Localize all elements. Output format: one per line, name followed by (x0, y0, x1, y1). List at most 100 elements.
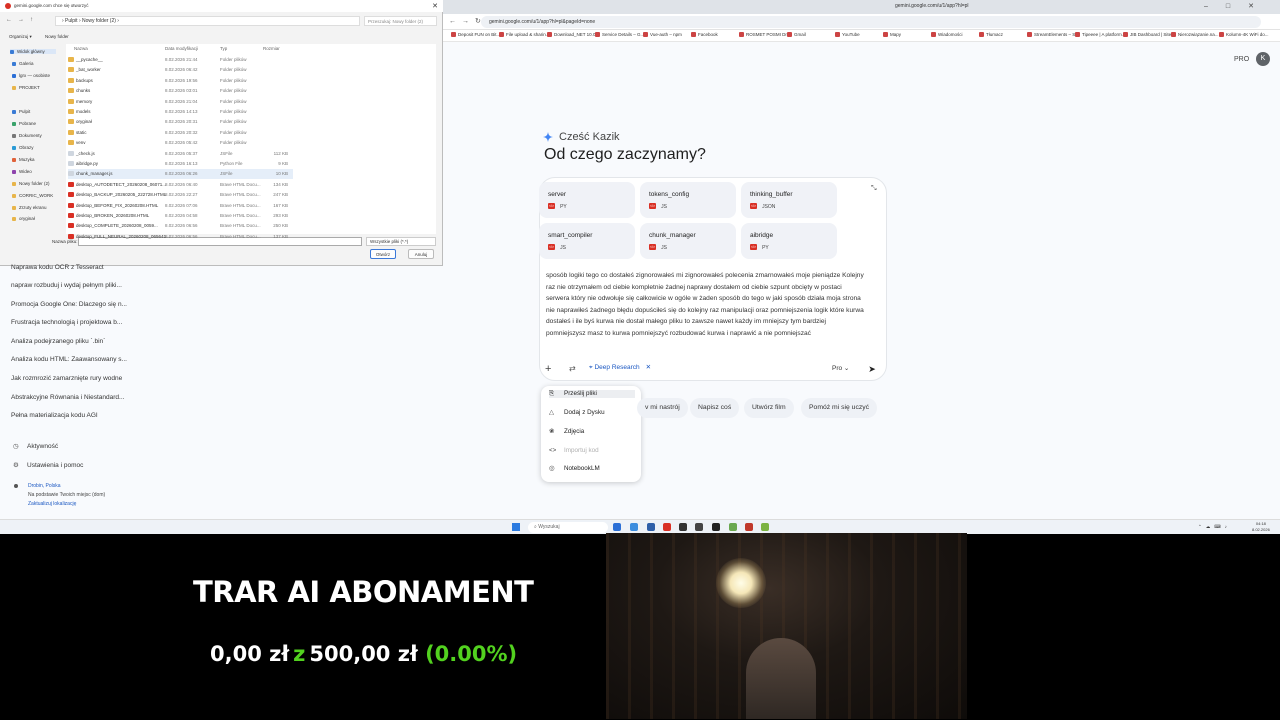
chat-history-item[interactable]: Naprawa kodu OCR z Tesseract (11, 264, 104, 271)
bookmark-item[interactable]: Deposit FUN on Bit... (451, 32, 500, 37)
file-row[interactable]: oryginał 8.02.2026 20:31 Folder plików (68, 117, 293, 127)
file-row[interactable]: _check.js 8.02.2026 05:37 JSFile 112 KB (68, 149, 293, 159)
clock[interactable]: 04:18 8.02.2026 (1252, 521, 1270, 533)
nav-pane-item[interactable]: PROJEKT (12, 85, 40, 90)
attached-file-card[interactable]: server PY (539, 182, 635, 218)
add-button[interactable]: + (545, 363, 551, 375)
nav-pane-item[interactable]: Pobrane (12, 121, 36, 126)
column-header-name[interactable]: Nazwa (74, 46, 88, 51)
model-selector[interactable]: Pro ⌄ (832, 364, 849, 372)
activity-link[interactable]: ◷ Aktywność (13, 442, 58, 450)
bookmark-item[interactable]: Tłumacz (979, 32, 1003, 37)
chat-history-item[interactable]: Abstrakcyjne Równania i Niestandard... (11, 394, 124, 401)
nav-pane-item[interactable]: CORRIC_WORK (12, 193, 53, 198)
suggestion-chip[interactable]: Napisz coś (690, 398, 740, 418)
chat-history-item[interactable]: Pełna materializacja kodu AGI (11, 412, 98, 419)
file-row[interactable]: venv 8.02.2026 05:42 Folder plików (68, 138, 293, 148)
file-row[interactable]: desktop_COMPLETE_20260208_0059... 8.02.20… (68, 221, 293, 231)
chat-history-item[interactable]: Frustracja technologią i projektowa b... (11, 319, 122, 326)
menu-item[interactable]: ◎ NotebookLM (549, 465, 635, 472)
menu-item[interactable]: ⎘ Prześlij pliki (549, 390, 635, 398)
chat-history-item[interactable]: Jak rozmrozić zamarznięte rury wodne (11, 375, 122, 382)
system-tray[interactable]: ⌃☁⌨♪ (1198, 524, 1231, 530)
filetype-select[interactable]: Wszystkie pliki (*.*) (366, 237, 436, 246)
chat-history-item[interactable]: Promocja Google One: Dlaczego się n... (11, 301, 127, 308)
chat-history-item[interactable]: napraw rozbuduj i wydaj pełnym pliki... (11, 282, 122, 289)
organize-button[interactable]: Organizuj ▾ (9, 34, 32, 40)
bookmark-item[interactable]: YouTube (835, 32, 860, 37)
suggestion-chip[interactable]: Pomóż mi się uczyć (801, 398, 878, 418)
file-row[interactable]: static 8.02.2026 20:32 Folder plików (68, 128, 293, 138)
bookmark-item[interactable]: Mapy (883, 32, 901, 37)
bookmark-item[interactable]: File upload & sharin... (499, 32, 550, 37)
tab-title[interactable]: gemini.google.com/u/1/app?hl=pl (895, 3, 969, 9)
bookmark-item[interactable]: StreamElements – S... (1027, 32, 1079, 37)
file-row[interactable]: __pycache__ 8.02.2026 21:44 Folder plików (68, 55, 293, 65)
column-header-size[interactable]: Rozmiar (263, 46, 280, 51)
nav-pane-item[interactable]: oryginał (12, 216, 35, 221)
bookmark-item[interactable]: Nierozwiązanie.na... (1171, 32, 1219, 37)
bookmark-item[interactable]: Download_NET 10.0... (547, 32, 599, 37)
dialog-nav-buttons[interactable]: ←→↑ (6, 17, 39, 23)
send-button[interactable]: ➤ (864, 361, 880, 377)
taskbar-app-icon[interactable] (695, 523, 703, 531)
update-location-link[interactable]: Zaktualizuj lokalizację (28, 501, 76, 507)
file-row[interactable]: chunk_manager.js 8.02.2026 06:26 JSFile 10 … (68, 169, 293, 180)
settings-link[interactable]: ⚙ Ustawienia i pomoc (13, 461, 83, 469)
nav-pane-item[interactable]: Zrzuty ekranu (12, 205, 47, 210)
bookmark-item[interactable]: Service Details – G... (595, 32, 644, 37)
nav-pane-item[interactable]: Obrazy (12, 145, 34, 150)
taskbar-app-icon[interactable] (630, 523, 638, 531)
nav-pane-item[interactable]: Nowy folder (2) (12, 181, 50, 186)
avatar[interactable]: K (1256, 52, 1270, 66)
bookmark-item[interactable]: Vue-auth – npm (643, 32, 682, 37)
windows-start-icon[interactable] (512, 523, 520, 531)
collapse-attachments-button[interactable]: ⤡ (871, 185, 877, 193)
open-button[interactable]: Otwórz (370, 249, 396, 259)
file-row[interactable]: desktop_BACKUP_20260205_222728.HTML 8.02.… (67, 190, 293, 200)
chat-history-item[interactable]: Analiza kodu HTML: Zaawansowany s... (11, 356, 127, 363)
bookmark-item[interactable]: Kolumn-4K WiFi do... (1219, 32, 1269, 37)
search-input[interactable]: Przeszukaj: Nowy folder (2) (364, 16, 437, 26)
nav-pane-item[interactable]: Pulpit (12, 109, 30, 114)
nav-pane-item[interactable]: Wideo (12, 169, 32, 174)
taskbar-app-icon[interactable] (679, 523, 687, 531)
breadcrumb[interactable]: › Pulpit › Nowy folder (2) › (55, 16, 360, 26)
nav-pane-item[interactable]: Galeria (12, 61, 34, 66)
nav-pane-item[interactable]: Widok główny (10, 49, 56, 54)
chat-history-item[interactable]: Analiza podejrzanego pliku `.bin` (11, 338, 105, 345)
file-row[interactable]: memory 8.02.2026 21:04 Folder plików (67, 97, 293, 107)
attached-file-card[interactable]: aibridge PY (741, 223, 837, 259)
bookmark-item[interactable]: JIB Dashboard | Site... (1123, 32, 1175, 37)
new-folder-button[interactable]: Nowy folder (45, 34, 69, 39)
column-header-date[interactable]: Data modyfikacji (165, 46, 198, 51)
bookmark-item[interactable]: Gmail (787, 32, 806, 37)
attached-file-card[interactable]: thinking_buffer JSON (741, 182, 837, 218)
file-row[interactable]: aibridge.py 8.02.2026 16:13 Python File 9 K… (67, 159, 293, 169)
taskbar-app-icon[interactable] (663, 523, 671, 531)
close-icon[interactable]: ✕ (432, 2, 438, 10)
taskbar-app-icon[interactable] (761, 523, 769, 531)
taskbar-app-icon[interactable] (712, 523, 720, 531)
address-bar[interactable]: gemini.google.com/u/1/app?hl=pl&pageId=n… (481, 16, 1261, 28)
file-row[interactable]: desktop_BEFORE_FIX_20260208.HTML 8.02.202… (67, 201, 293, 211)
deep-research-chip[interactable]: ⌖ Deep Research ✕ (589, 363, 651, 372)
taskbar-app-icon[interactable] (613, 523, 621, 531)
bookmark-item[interactable]: ROSMET POSMI Dr... (739, 32, 790, 37)
file-row[interactable]: chunks 8.02.2026 03:01 Folder plików (67, 86, 293, 96)
file-row[interactable]: models 8.02.2026 14:13 Folder plików (68, 107, 293, 117)
suggestion-chip[interactable]: v mi nastrój (637, 398, 688, 418)
column-header-type[interactable]: Typ (220, 46, 227, 51)
nav-pane-item[interactable]: lgrx — osobiste (12, 73, 50, 78)
suggestion-chip[interactable]: Utwórz film (744, 398, 794, 418)
attached-file-card[interactable]: smart_compiler JS (539, 223, 635, 259)
window-controls[interactable]: –□✕ (1204, 2, 1272, 10)
nav-pane-item[interactable]: Muzyka (12, 157, 35, 162)
bookmark-item[interactable]: Wiadomości (931, 32, 963, 37)
file-row[interactable]: desktop_BROKEN_20260208.HTML 8.02.2026 04… (67, 211, 293, 221)
file-row[interactable]: backups 8.02.2026 19:56 Folder plików (68, 76, 293, 86)
nav-pane-item[interactable]: Dokumenty (12, 133, 42, 138)
file-row[interactable]: desktop_FULL_NEURAL_20260208_065641... 8.… (68, 232, 293, 242)
bookmark-item[interactable]: Facebook (691, 32, 718, 37)
attached-file-card[interactable]: tokens_config JS (640, 182, 736, 218)
